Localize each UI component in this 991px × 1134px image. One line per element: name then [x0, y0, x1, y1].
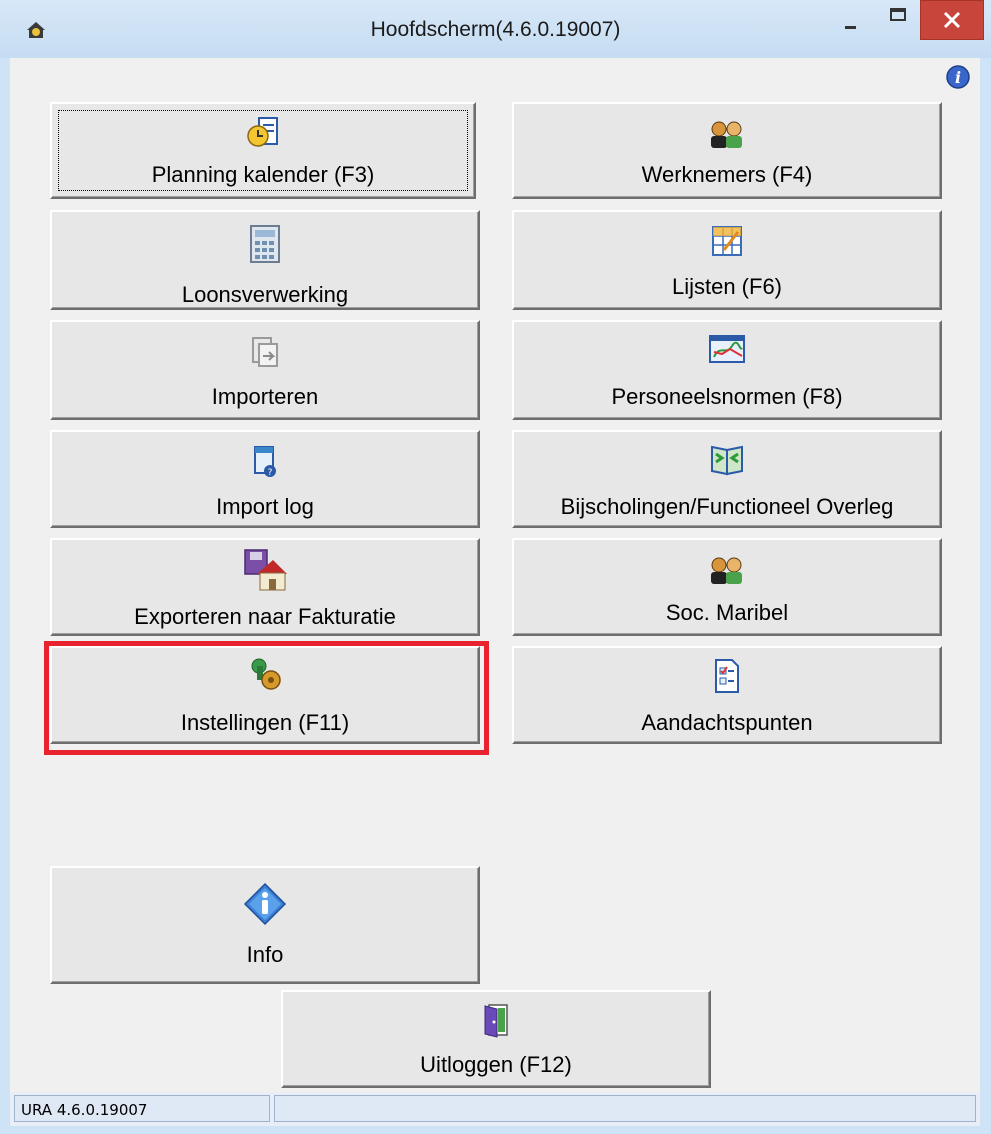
- planning-kalender-label: Planning kalender (F3): [151, 162, 375, 187]
- close-button[interactable]: [920, 0, 984, 40]
- chart-icon: [709, 335, 745, 363]
- log-icon: ?: [254, 446, 276, 478]
- close-icon: [943, 11, 961, 29]
- help-info-icon[interactable]: i: [945, 64, 971, 90]
- loonsverwerking-label: Loonsverwerking: [181, 282, 349, 307]
- status-pane-version: URA 4.6.0.19007: [14, 1095, 270, 1122]
- export-house-icon: [244, 549, 287, 591]
- svg-text:i: i: [955, 68, 961, 87]
- info-button[interactable]: Info: [50, 866, 480, 984]
- users-icon: [711, 557, 742, 584]
- import-log-label: Import log: [216, 494, 314, 519]
- highlight-box: [44, 641, 489, 755]
- aandachtspunten-button[interactable]: Aandachtspunten: [512, 646, 942, 744]
- calendar-clock-icon: [247, 117, 278, 147]
- spreadsheet-icon: [712, 226, 742, 256]
- import-icon: [252, 337, 278, 367]
- title-bar[interactable]: Hoofdscherm(4.6.0.19007): [0, 0, 991, 58]
- uitloggen-label: Uitloggen (F12): [420, 1052, 572, 1077]
- info-label: Info: [246, 942, 284, 967]
- loonsverwerking-button[interactable]: Loonsverwerking: [50, 210, 480, 310]
- werknemers-label: Werknemers (F4): [641, 162, 813, 187]
- main-window: Hoofdscherm(4.6.0.19007) i Planning kale…: [0, 0, 991, 1134]
- calculator-icon: [250, 225, 280, 263]
- exporteren-button[interactable]: Exporteren naar Fakturatie: [50, 538, 480, 636]
- version-text: URA 4.6.0.19007: [21, 1101, 148, 1119]
- maximize-icon[interactable]: [878, 0, 918, 42]
- status-pane-empty: [274, 1095, 976, 1122]
- exporteren-label: Exporteren naar Fakturatie: [134, 604, 396, 629]
- werknemers-button[interactable]: Werknemers (F4): [512, 102, 942, 199]
- bijscholingen-label: Bijscholingen/Functioneel Overleg: [560, 494, 894, 519]
- status-bar: URA 4.6.0.19007: [10, 1092, 980, 1126]
- importeren-button: Importeren: [50, 320, 480, 420]
- personeelsnormen-label: Personeelsnormen (F8): [611, 384, 843, 409]
- book-icon: [711, 445, 743, 476]
- planning-kalender-button[interactable]: Planning kalender (F3): [50, 102, 476, 199]
- bijscholingen-button[interactable]: Bijscholingen/Functioneel Overleg: [512, 430, 942, 528]
- checklist-icon: [715, 659, 739, 693]
- soc-maribel-label: Soc. Maribel: [665, 600, 789, 625]
- personeelsnormen-button[interactable]: Personeelsnormen (F8): [512, 320, 942, 420]
- soc-maribel-button[interactable]: Soc. Maribel: [512, 538, 942, 636]
- aandachtspunten-label: Aandachtspunten: [641, 710, 813, 735]
- lijsten-button[interactable]: Lijsten (F6): [512, 210, 942, 310]
- uitloggen-button[interactable]: Uitloggen (F12): [281, 990, 711, 1088]
- info-icon: [243, 882, 287, 926]
- minimize-icon[interactable]: [830, 0, 870, 42]
- import-log-button[interactable]: ? Import log: [50, 430, 480, 528]
- door-icon: [484, 1004, 508, 1038]
- lijsten-label: Lijsten (F6): [671, 274, 783, 299]
- users-icon: [711, 121, 742, 148]
- importeren-label: Importeren: [211, 384, 319, 409]
- svg-text:?: ?: [268, 468, 273, 478]
